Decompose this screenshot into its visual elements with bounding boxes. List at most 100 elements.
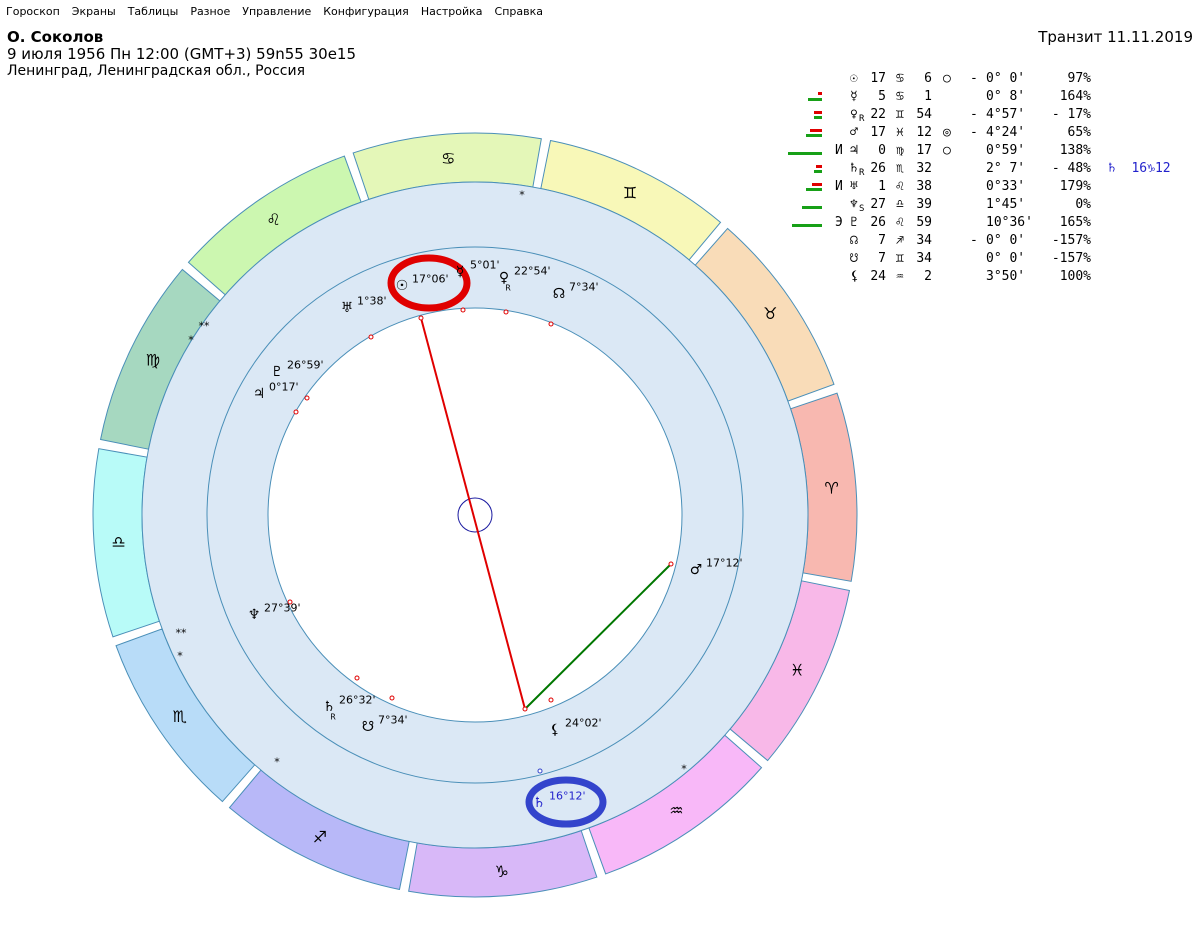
planet-min: 1 [924,89,932,104]
planet-pct: 138% [1059,143,1091,158]
planet-orb: 4°24' [986,125,1026,140]
planet-marker [460,307,466,313]
planet-orb: 2° 7' [986,161,1026,176]
chart-planet-glyph-7: ♆ [248,607,261,623]
planet-pct: -157% [1051,251,1091,266]
strength-bar-red [818,92,822,95]
zodiac-sign-10: ♒ [669,801,683,820]
zodiac-sign-1: ♉ [763,304,777,323]
chart-planet-label-1: 5°01' [470,259,500,272]
planet-deg: 22 [870,107,886,122]
planet-marker [548,697,554,703]
planet-glyph: ♄ [850,161,858,176]
planet-row: ♂ 17 ♓ 12 ◎ -4°24' 65% [760,124,1200,142]
planet-sign: ♌ [896,179,904,194]
planet-deg: 26 [870,161,886,176]
chart-planet-glyph-6: ♃ [253,386,266,402]
planet-glyph: ♇ [850,215,858,230]
chart-planet-label-0: 17°06' [412,273,449,286]
star-marker-2: * [188,334,194,347]
planet-marker [503,309,509,315]
planet-orb: 0° 0' [986,71,1026,86]
planet-pre: И [835,179,843,194]
chart-planet-label-3: 7°34' [569,281,599,294]
planet-glyph: ☉ [850,71,858,86]
planet-sign: ♊ [896,107,904,122]
chart-planet-label-8: 26°32' [339,694,376,707]
planet-marker [354,675,360,681]
planet-pct: -157% [1051,233,1091,248]
planet-sign: ♌ [896,215,904,230]
planet-deg: 7 [878,233,886,248]
planet-glyph: ⚸ [850,269,860,284]
planet-pct: 65% [1067,125,1091,140]
planet-min: 54 [916,107,932,122]
chart-planet-label-9: 7°34' [378,714,408,727]
zodiac-sign-7: ♏ [172,707,186,726]
planet-marker [389,695,395,701]
planet-glyph: ☋ [850,251,858,266]
planet-glyph: ♂ [850,125,858,140]
planet-pct: 0% [1075,197,1091,212]
strength-bar-green [802,206,822,209]
strength-bar-green [806,188,822,191]
chart-planet-label-6: 0°17' [269,381,299,394]
planet-deg: 24 [870,269,886,284]
planet-orb: 0° 0' [986,233,1026,248]
planet-sign: ♒ [896,269,904,284]
chart-planet-glyph-1: ☿ [456,264,465,280]
strength-bar-green [808,98,822,101]
planet-min: 6 [924,71,932,86]
planet-min: 59 [916,215,932,230]
chart-planet-retro-8: R [330,713,336,722]
planet-min: 34 [916,233,932,248]
planet-orb: 0° 8' [986,89,1026,104]
planet-pct: - 17% [1051,107,1091,122]
zodiac-sign-5: ♍ [146,350,160,369]
chart-planet-label-11: 17°12' [706,557,743,570]
strength-bar-green [792,224,822,227]
planet-glyph: ♃ [850,143,858,158]
planet-glyph: ♆ [850,197,858,212]
planet-sign: ♋ [896,89,904,104]
planet-orb: 3°50' [986,269,1026,284]
planet-sgn: - [970,125,978,140]
chart-planet-glyph-5: ♇ [271,364,284,380]
strength-bar-red [810,129,822,132]
planet-row: Э ♇ 26 ♌ 59 10°36' 165% [760,214,1200,232]
planet-pct: 100% [1059,269,1091,284]
planet-glyph: ☊ [850,233,858,248]
chart-planet-label-12: 16°12' [549,790,586,803]
chart-planet-label-4: 1°38' [357,295,387,308]
planet-deg: 5 [878,89,886,104]
planet-min: 17 [916,143,932,158]
planet-row: ⚸ 24 ♒ 2 3°50' 100% [760,268,1200,286]
planet-marker [293,409,299,415]
planet-marker [418,315,424,321]
planet-asp: ○ [943,143,951,158]
planet-sign: ♓ [896,125,904,140]
planet-glyph: ♀ [850,107,858,122]
planet-orb: 1°45' [986,197,1026,212]
planet-sign: ♋ [896,71,904,86]
planet-row: И ♃ 0 ♍ 17 ○ 0°59' 138% [760,142,1200,160]
planet-row: ☉ 17 ♋ 6 ○ -0° 0' 97% [760,70,1200,88]
strength-bar-green [814,170,822,173]
star-marker-6: * [681,763,687,776]
strength-bar-red [814,111,822,114]
center-circle [457,497,493,533]
planet-pct: 179% [1059,179,1091,194]
chart-planet-glyph-0: ☉ [396,278,409,294]
star-marker-4: * [177,650,183,663]
planet-pct: 165% [1059,215,1091,230]
planet-marker [548,321,554,327]
planet-orb: 10°36' [986,215,1033,230]
planet-deg: 7 [878,251,886,266]
zodiac-sign-9: ♑ [495,862,509,881]
planet-deg: 17 [870,125,886,140]
planet-deg: 27 [870,197,886,212]
planet-orb: 0° 0' [986,251,1026,266]
chart-planet-glyph-4: ♅ [341,300,354,316]
planet-min: 38 [916,179,932,194]
planet-marker [668,561,674,567]
